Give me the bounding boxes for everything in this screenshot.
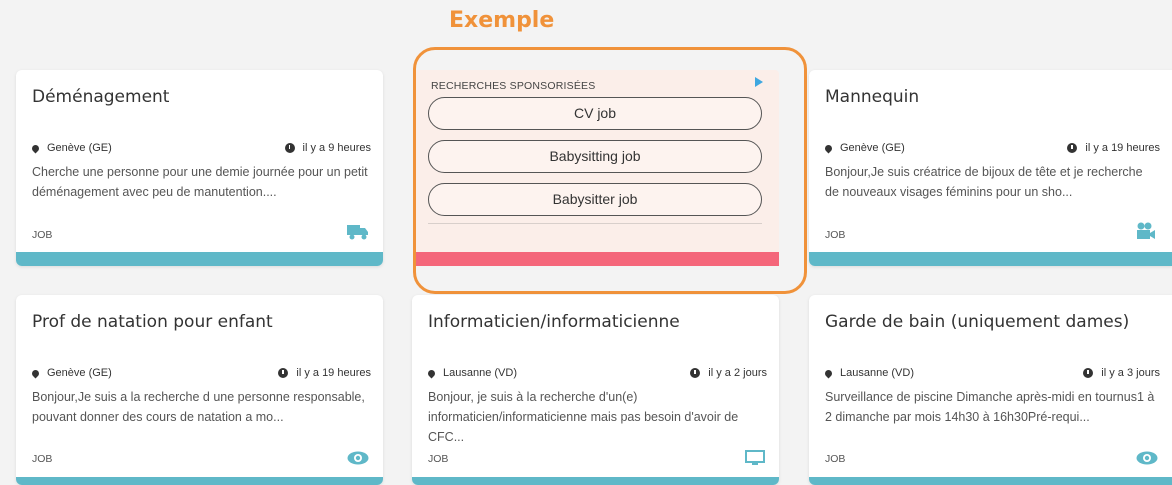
listing-tag: JOB	[428, 453, 449, 465]
listing-meta: Lausanne (VD) il y a 2 jours	[426, 367, 767, 379]
listing-tag: JOB	[32, 453, 53, 465]
card-footer-bar	[412, 477, 779, 485]
listing-meta: Genève (GE) il y a 9 heures	[30, 142, 371, 154]
listing-location: Genève (GE)	[840, 142, 905, 154]
example-highlight-frame	[413, 47, 807, 294]
eye-icon	[347, 450, 369, 470]
listing-card[interactable]: Garde de bain (uniquement dames) Lausann…	[809, 295, 1172, 485]
listing-description: Cherche une personne pour une demie jour…	[32, 165, 368, 199]
listing-title[interactable]: Informaticien/informaticienne	[428, 312, 680, 332]
card-footer-bar	[16, 252, 383, 266]
listing-location: Lausanne (VD)	[443, 367, 517, 379]
example-label: Exemple	[449, 8, 555, 33]
clock-icon	[1067, 143, 1078, 153]
clock-icon	[690, 368, 701, 378]
location-pin-icon	[30, 368, 41, 378]
listing-tag: JOB	[825, 453, 846, 465]
listing-tag: JOB	[825, 229, 846, 241]
clock-icon	[278, 368, 289, 378]
listing-description: Bonjour,Je suis a la recherche d une per…	[32, 390, 365, 424]
listing-location: Genève (GE)	[47, 367, 112, 379]
listing-title[interactable]: Prof de natation pour enfant	[32, 312, 273, 332]
monitor-icon	[745, 450, 765, 471]
listing-time: il y a 19 heures	[296, 367, 371, 379]
listing-card[interactable]: Prof de natation pour enfant Genève (GE)…	[16, 295, 383, 485]
listing-description: Bonjour, je suis à la recherche d'un(e) …	[428, 390, 739, 444]
location-pin-icon	[823, 368, 834, 378]
card-footer-bar	[809, 477, 1172, 485]
listing-title[interactable]: Mannequin	[825, 87, 919, 107]
card-footer-bar	[16, 477, 383, 485]
listing-title[interactable]: Garde de bain (uniquement dames)	[825, 312, 1129, 332]
listing-description: Bonjour,Je suis créatrice de bijoux de t…	[825, 165, 1143, 199]
listing-location: Genève (GE)	[47, 142, 112, 154]
listing-tag: JOB	[32, 229, 53, 241]
listing-time: il y a 9 heures	[302, 142, 371, 154]
listing-meta: Genève (GE) il y a 19 heures	[30, 367, 371, 379]
listing-meta: Genève (GE) il y a 19 heures	[823, 142, 1160, 154]
truck-icon	[347, 224, 369, 245]
location-pin-icon	[823, 143, 834, 153]
video-camera-icon	[1136, 222, 1156, 245]
location-pin-icon	[30, 143, 41, 153]
card-footer-bar	[809, 252, 1172, 266]
listing-title[interactable]: Déménagement	[32, 87, 169, 107]
listing-time: il y a 19 heures	[1085, 142, 1160, 154]
eye-icon	[1136, 450, 1158, 470]
listing-card[interactable]: Déménagement Genève (GE) il y a 9 heures…	[16, 70, 383, 266]
clock-icon	[284, 143, 295, 153]
clock-icon	[1083, 368, 1094, 378]
listing-card[interactable]: Informaticien/informaticienne Lausanne (…	[412, 295, 779, 485]
listing-description: Surveillance de piscine Dimanche après-m…	[825, 390, 1155, 424]
listing-location: Lausanne (VD)	[840, 367, 914, 379]
listing-time: il y a 3 jours	[1101, 367, 1160, 379]
listing-time: il y a 2 jours	[708, 367, 767, 379]
listing-card[interactable]: Mannequin Genève (GE) il y a 19 heures B…	[809, 70, 1172, 266]
location-pin-icon	[426, 368, 437, 378]
listing-meta: Lausanne (VD) il y a 3 jours	[823, 367, 1160, 379]
